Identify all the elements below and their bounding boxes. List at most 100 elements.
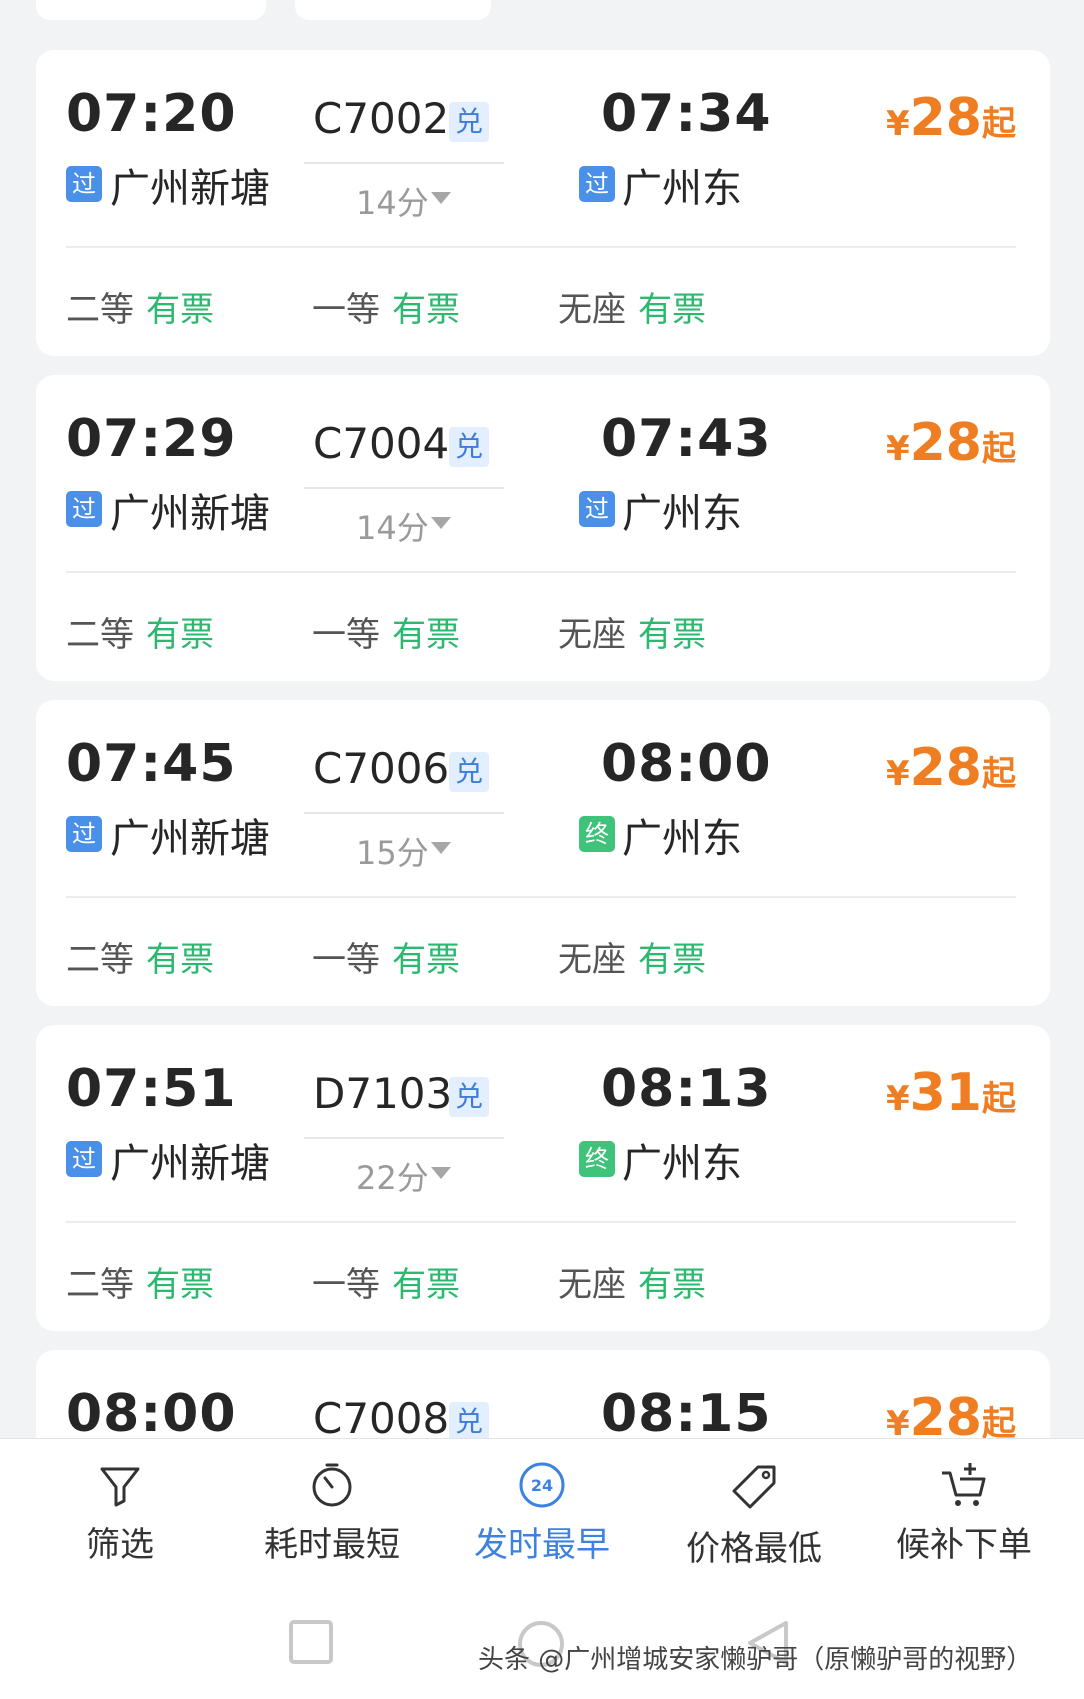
chevron-down-icon[interactable] [431, 517, 451, 529]
seat-no-seat: 无座 有票 [558, 932, 706, 981]
chevron-down-icon[interactable] [431, 1167, 451, 1179]
clock-24-icon: 24 [519, 1462, 565, 1508]
seat-first-class: 一等 有票 [312, 282, 460, 331]
seat-availability: 有票 [146, 1265, 214, 1305]
price: ¥28起 [886, 88, 1016, 148]
departure-time: 08:00 [66, 1384, 237, 1444]
exchange-badge: 兑 [449, 1077, 489, 1117]
duration-line [304, 1137, 504, 1139]
seat-class-label: 二等 [66, 615, 134, 655]
departure-time: 07:45 [66, 734, 237, 794]
arrival-station: 广州东 [622, 491, 742, 537]
bottom-toolbar: 筛选 耗时最短 24 发时最早 价格最低 候补下单 头条 @广州增城安家懒驴哥（… [0, 1438, 1084, 1699]
price-value: 28 [909, 88, 982, 148]
departure-time: 07:51 [66, 1059, 237, 1119]
seat-class-label: 无座 [558, 290, 626, 330]
exchange-badge: 兑 [449, 427, 489, 467]
divider [66, 571, 1016, 573]
train-number: C7002 [313, 94, 450, 143]
departure-station: 广州新塘 [110, 491, 270, 537]
duration[interactable]: 14分 [356, 503, 429, 549]
exchange-badge: 兑 [449, 1402, 489, 1442]
price-value: 31 [909, 1063, 982, 1123]
seat-class-label: 无座 [558, 940, 626, 980]
train-number: C7006 [313, 744, 450, 793]
seat-availability: 有票 [146, 615, 214, 655]
price-suffix: 起 [982, 1079, 1016, 1119]
square-icon [289, 1620, 333, 1664]
seat-no-seat: 无座 有票 [558, 1257, 706, 1306]
price-tag-icon [732, 1465, 776, 1509]
train-number: C7008 [313, 1394, 450, 1443]
seat-availability: 有票 [638, 615, 706, 655]
seat-second-class: 二等 有票 [66, 607, 214, 656]
price: ¥31起 [886, 1063, 1016, 1123]
train-card[interactable]: 07:51 D7103 兑 22分 08:13 过 广州新塘 终 广州东 ¥31… [36, 1025, 1050, 1331]
seat-availability: 有票 [638, 940, 706, 980]
seat-class-label: 一等 [312, 290, 380, 330]
arrival-time: 07:43 [601, 409, 772, 469]
departure-station: 广州新塘 [110, 816, 270, 862]
tab-lowest-price[interactable]: 价格最低 [654, 1461, 854, 1570]
partial-card-top-right [295, 0, 491, 20]
departure-time: 07:20 [66, 84, 237, 144]
price-value: 28 [909, 413, 982, 473]
tab-label: 候补下单 [896, 1525, 1032, 1565]
seat-availability: 有票 [392, 615, 460, 655]
seat-class-label: 无座 [558, 615, 626, 655]
tab-label: 耗时最短 [264, 1525, 400, 1565]
departure-station: 广州新塘 [110, 166, 270, 212]
tab-label: 价格最低 [686, 1529, 822, 1569]
exchange-badge: 兑 [449, 752, 489, 792]
seat-second-class: 二等 有票 [66, 1257, 214, 1306]
currency-symbol: ¥ [885, 754, 910, 794]
tab-waitlist-order[interactable]: 候补下单 [864, 1461, 1064, 1566]
seat-second-class: 二等 有票 [66, 282, 214, 331]
duration-line [304, 812, 504, 814]
pass-tag: 过 [579, 166, 615, 202]
seat-availability: 有票 [146, 940, 214, 980]
price-suffix: 起 [982, 754, 1016, 794]
duration[interactable]: 14分 [356, 178, 429, 224]
arrival-station: 广州东 [622, 1141, 742, 1187]
tab-shortest-duration[interactable]: 耗时最短 [232, 1461, 432, 1566]
duration[interactable]: 22分 [356, 1153, 429, 1199]
seat-no-seat: 无座 有票 [558, 607, 706, 656]
departure-station: 广州新塘 [110, 1141, 270, 1187]
arrival-time: 08:00 [601, 734, 772, 794]
pass-tag: 过 [66, 816, 102, 852]
duration-line [304, 162, 504, 164]
chevron-down-icon[interactable] [431, 192, 451, 204]
divider [66, 896, 1016, 898]
watermark-text: 头条 @广州增城安家懒驴哥（原懒驴哥的视野） [478, 1645, 1033, 1675]
train-card[interactable]: 07:20 C7002 兑 14分 07:34 过 广州新塘 过 广州东 ¥28… [36, 50, 1050, 356]
train-card[interactable]: 07:45 C7006 兑 15分 08:00 过 广州新塘 终 广州东 ¥28… [36, 700, 1050, 1006]
seat-availability: 有票 [392, 1265, 460, 1305]
seat-class-label: 一等 [312, 940, 380, 980]
arrival-time: 07:34 [601, 84, 772, 144]
partial-card-top-left [36, 0, 266, 20]
currency-symbol: ¥ [885, 104, 910, 144]
recent-apps-button[interactable] [288, 1619, 334, 1669]
terminus-tag: 终 [579, 1141, 615, 1177]
seat-class-label: 二等 [66, 1265, 134, 1305]
tab-label: 发时最早 [474, 1525, 610, 1565]
departure-time: 07:29 [66, 409, 237, 469]
clock-24-label: 24 [531, 1476, 553, 1495]
pass-tag: 过 [66, 1141, 102, 1177]
tab-filter[interactable]: 筛选 [20, 1461, 220, 1566]
chevron-down-icon[interactable] [431, 842, 451, 854]
seat-class-label: 一等 [312, 615, 380, 655]
currency-symbol: ¥ [885, 1079, 910, 1119]
price: ¥28起 [886, 738, 1016, 798]
price-value: 28 [909, 738, 982, 798]
duration[interactable]: 15分 [356, 828, 429, 874]
seat-first-class: 一等 有票 [312, 932, 460, 981]
price-suffix: 起 [982, 429, 1016, 469]
arrival-station: 广州东 [622, 166, 742, 212]
arrival-time: 08:15 [601, 1384, 772, 1444]
timer-icon [312, 1463, 352, 1507]
tab-earliest-departure[interactable]: 24 发时最早 [442, 1461, 642, 1566]
train-card[interactable]: 07:29 C7004 兑 14分 07:43 过 广州新塘 过 广州东 ¥28… [36, 375, 1050, 681]
seat-first-class: 一等 有票 [312, 607, 460, 656]
